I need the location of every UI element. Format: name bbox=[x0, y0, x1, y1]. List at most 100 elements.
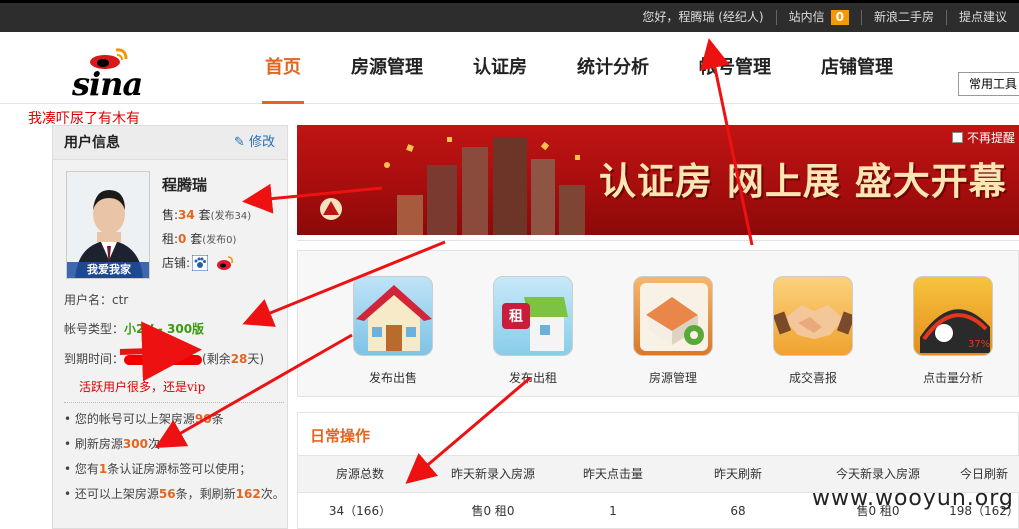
redacted-mark bbox=[124, 354, 203, 365]
tip-item: • 还可以上架房源56条，剩刷新162次。 bbox=[64, 487, 285, 501]
dismiss-label: 不再提醒 bbox=[966, 131, 1015, 145]
shop-links: 店铺: bbox=[162, 254, 234, 271]
tip-text: 条 bbox=[211, 412, 224, 426]
svg-text:租: 租 bbox=[509, 308, 523, 325]
avatar-caption: 我爱我家 bbox=[67, 262, 149, 278]
account-type-value: 小2V - 300版 bbox=[124, 322, 205, 336]
rent-published: (发布0) bbox=[202, 235, 237, 246]
banner-title: 认证房 网上展 盛大开幕 bbox=[599, 160, 1007, 203]
sale-num[interactable]: 34 bbox=[178, 208, 195, 222]
column-header: 昨天刷新 bbox=[713, 467, 762, 481]
greeting[interactable]: 您好，程腾瑞 (经纪人) bbox=[630, 10, 775, 25]
sina-logo-text: sina bbox=[72, 65, 143, 103]
tip-item: • 您有1条认证房源标签可以使用； bbox=[64, 462, 252, 476]
account-tips: • 您的帐号可以上架房源90条 • 刷新房源300次 • 您有1条认证房源标签可… bbox=[64, 402, 285, 507]
stat-value[interactable]: 68 bbox=[688, 493, 788, 529]
tip-num: 56 bbox=[158, 487, 176, 501]
sale-label: 售: bbox=[162, 208, 179, 222]
inbox-label: 站内信 bbox=[788, 10, 825, 24]
stat-value[interactable]: 34（166） bbox=[298, 493, 422, 529]
quick-label: 发布出售 bbox=[368, 371, 417, 385]
promo-banner[interactable]: 认证房 网上展 盛大开幕 不再提醒 bbox=[297, 125, 1019, 235]
rent-num[interactable]: 0 bbox=[178, 232, 186, 246]
quick-manage-listings[interactable]: 房源管理 bbox=[633, 276, 713, 386]
rent-house-icon: 租 bbox=[493, 276, 573, 356]
checkbox-icon bbox=[951, 132, 963, 143]
user-info-panel: 用户信息 ✎ 修改 我爱我家 程腾瑞 售:34 套(发布34) 租:0 套(发布… bbox=[52, 125, 288, 529]
vip-annotation: 活跃用户很多，还是vip bbox=[79, 380, 206, 394]
panel-title: 用户信息 bbox=[64, 135, 120, 151]
tip-item: • 刷新房源300次 bbox=[64, 437, 160, 451]
house-icon bbox=[353, 276, 433, 356]
rent-label: 租: bbox=[162, 232, 179, 246]
quick-publish-rent[interactable]: 租 发布出租 bbox=[493, 276, 573, 386]
svg-text:37%: 37% bbox=[968, 339, 990, 350]
nav-shop[interactable]: 店铺管理 bbox=[796, 32, 918, 104]
divider bbox=[297, 240, 1019, 241]
nav-certified[interactable]: 认证房 bbox=[448, 32, 552, 104]
tip-num: 162 bbox=[235, 487, 261, 501]
tip-text: 次 bbox=[147, 437, 160, 451]
sina-logo[interactable]: sina bbox=[72, 47, 152, 103]
tools-button[interactable]: 常用工具 bbox=[958, 72, 1019, 96]
sale-published: (发布34) bbox=[210, 211, 252, 222]
quick-label: 发布出租 bbox=[508, 371, 557, 385]
panel-header: 用户信息 ✎ 修改 bbox=[53, 126, 287, 160]
rent-count: 租:0 套(发布0) bbox=[162, 230, 236, 247]
tip-num: 90 bbox=[194, 412, 212, 426]
quick-label: 房源管理 bbox=[648, 371, 697, 385]
tip-text: 还可以上架房源 bbox=[74, 487, 159, 501]
tip-text: 条认证房源标签可以使用； bbox=[107, 462, 252, 476]
secondhand-link[interactable]: 新浪二手房 bbox=[860, 10, 946, 25]
account-type-label: 帐号类型： bbox=[64, 322, 125, 336]
tip-text: 刷新房源 bbox=[74, 437, 123, 451]
quick-actions: 发布出售 租 发布出租 房源管理 成交喜报 37% 点击量分析 bbox=[297, 250, 1019, 397]
expire-label: 到期时间： bbox=[64, 352, 125, 366]
house-gear-icon bbox=[633, 276, 713, 356]
column-header: 昨天点击量 bbox=[582, 467, 643, 481]
feedback-link[interactable]: 提点建议 bbox=[945, 10, 1019, 25]
sale-unit: 套 bbox=[198, 208, 211, 222]
expire-remain-suffix: 天) bbox=[247, 352, 265, 366]
tip-text: 条，剩刷新 bbox=[175, 487, 236, 501]
quick-click-analysis[interactable]: 37% 点击量分析 bbox=[913, 276, 993, 386]
city-buildings-icon bbox=[320, 137, 585, 235]
watermark: www.wooyun.org bbox=[812, 486, 1014, 511]
daily-operations: 日常操作 房源总数 昨天新录入房源 昨天点击量 昨天刷新 今天新录入房源 今日刷… bbox=[297, 412, 1019, 529]
stat-value[interactable]: 售0 租0 bbox=[428, 493, 558, 529]
edit-link[interactable]: ✎ 修改 bbox=[234, 126, 275, 160]
weibo-icon[interactable] bbox=[216, 255, 234, 271]
quick-label: 点击量分析 bbox=[922, 371, 983, 385]
paw-icon[interactable] bbox=[192, 254, 209, 271]
username-row: 用户名：ctr bbox=[64, 293, 129, 307]
tip-num: 300 bbox=[122, 437, 148, 451]
inbox-count-badge: 0 bbox=[830, 10, 849, 25]
sale-count: 售:34 套(发布34) bbox=[162, 206, 251, 223]
expire-remain-days: 28 bbox=[230, 352, 248, 366]
edit-label: 修改 bbox=[248, 135, 275, 150]
edit-icon: ✎ bbox=[233, 135, 245, 150]
chart-icon: 37% bbox=[913, 276, 993, 356]
main-nav: 首页 房源管理 认证房 统计分析 帐号管理 店铺管理 bbox=[240, 32, 918, 104]
quick-label: 成交喜报 bbox=[788, 371, 837, 385]
column-header: 昨天新录入房源 bbox=[450, 467, 535, 481]
quick-publish-sale[interactable]: 发布出售 bbox=[353, 276, 433, 386]
quick-deals[interactable]: 成交喜报 bbox=[773, 276, 853, 386]
daily-title: 日常操作 bbox=[310, 427, 371, 445]
expire-remain-prefix: (剩余 bbox=[202, 352, 231, 366]
stat-value[interactable]: 1 bbox=[558, 493, 668, 529]
expire-row: 到期时间： (剩余28天) bbox=[64, 350, 264, 367]
column-header: 房源总数 bbox=[335, 467, 384, 481]
nav-account[interactable]: 帐号管理 bbox=[674, 32, 796, 104]
dismiss-checkbox[interactable]: 不再提醒 bbox=[951, 129, 1015, 146]
inbox-link[interactable]: 站内信 0 bbox=[775, 10, 861, 25]
tip-item: • 您的帐号可以上架房源90条 bbox=[64, 412, 224, 426]
nav-home[interactable]: 首页 bbox=[240, 32, 326, 104]
shop-label: 店铺: bbox=[162, 256, 191, 270]
nav-statistics[interactable]: 统计分析 bbox=[552, 32, 674, 104]
account-type-row: 帐号类型：小2V - 300版 bbox=[64, 320, 204, 337]
rent-unit: 套 bbox=[190, 232, 203, 246]
avatar: 我爱我家 bbox=[66, 171, 150, 279]
header: sina 首页 房源管理 认证房 统计分析 帐号管理 店铺管理 常用工具 bbox=[0, 32, 1019, 104]
nav-listing-manage[interactable]: 房源管理 bbox=[326, 32, 448, 104]
